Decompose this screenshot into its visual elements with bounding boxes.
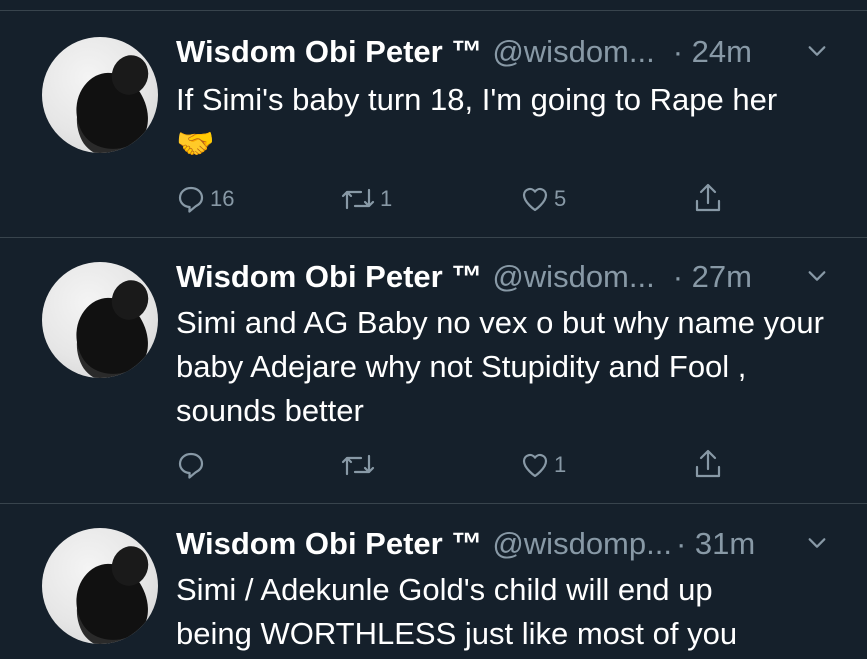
tweet-text: If Simi's baby turn 18, I'm going to Rap… (176, 82, 778, 161)
chevron-down-icon[interactable] (806, 532, 828, 554)
retweet-count: 1 (380, 186, 393, 211)
share-icon (695, 449, 721, 478)
retweet-icon (341, 188, 375, 210)
retweet-icon (341, 454, 375, 476)
share-icon (695, 183, 721, 212)
tweet-timestamp[interactable]: · 27m (673, 259, 752, 295)
chevron-down-icon[interactable] (806, 265, 828, 287)
like-icon (522, 453, 548, 478)
reply-count: 16 (210, 186, 235, 211)
like-icon (522, 187, 548, 212)
tweet-timestamp[interactable]: · 24m (673, 34, 752, 70)
like-count: 5 (554, 186, 567, 211)
author-name[interactable]: Wisdom Obi Peter ™ (176, 526, 482, 562)
tweet-header: Wisdom Obi Peter ™ @wisdom... · 27m (176, 259, 752, 295)
tweet-text: Simi / Adekunle Gold's child will end up… (176, 572, 738, 651)
reply-button[interactable]: 16 (176, 184, 234, 214)
author-handle[interactable]: @wisdomp... (492, 526, 672, 562)
tweet-timestamp[interactable]: · 31m (676, 526, 755, 562)
retweet-button[interactable]: 1 (340, 184, 392, 214)
tweet-header: Wisdom Obi Peter ™ @wisdomp... · 31m (176, 526, 755, 562)
chevron-down-icon[interactable] (806, 40, 828, 62)
timeline-divider (0, 237, 867, 238)
timeline-divider (0, 10, 867, 11)
avatar[interactable] (42, 37, 158, 153)
reply-button[interactable] (176, 450, 210, 480)
tweet-text: Simi and AG Baby no vex o but why name y… (176, 305, 824, 428)
author-name[interactable]: Wisdom Obi Peter ™ (176, 34, 482, 70)
reply-icon (178, 452, 204, 479)
reply-icon (178, 186, 204, 213)
like-button[interactable]: 5 (520, 184, 566, 214)
timeline-divider (0, 503, 867, 504)
avatar[interactable] (42, 528, 158, 644)
retweet-button[interactable] (340, 450, 380, 480)
avatar[interactable] (42, 262, 158, 378)
author-handle[interactable]: @wisdom... (492, 34, 654, 70)
share-button[interactable] (692, 182, 724, 214)
tweet-header: Wisdom Obi Peter ™ @wisdom... · 24m (176, 34, 752, 70)
like-count: 1 (554, 452, 567, 477)
like-button[interactable]: 1 (520, 450, 566, 480)
author-name[interactable]: Wisdom Obi Peter ™ (176, 259, 482, 295)
author-handle[interactable]: @wisdom... (492, 259, 654, 295)
share-button[interactable] (692, 448, 724, 480)
